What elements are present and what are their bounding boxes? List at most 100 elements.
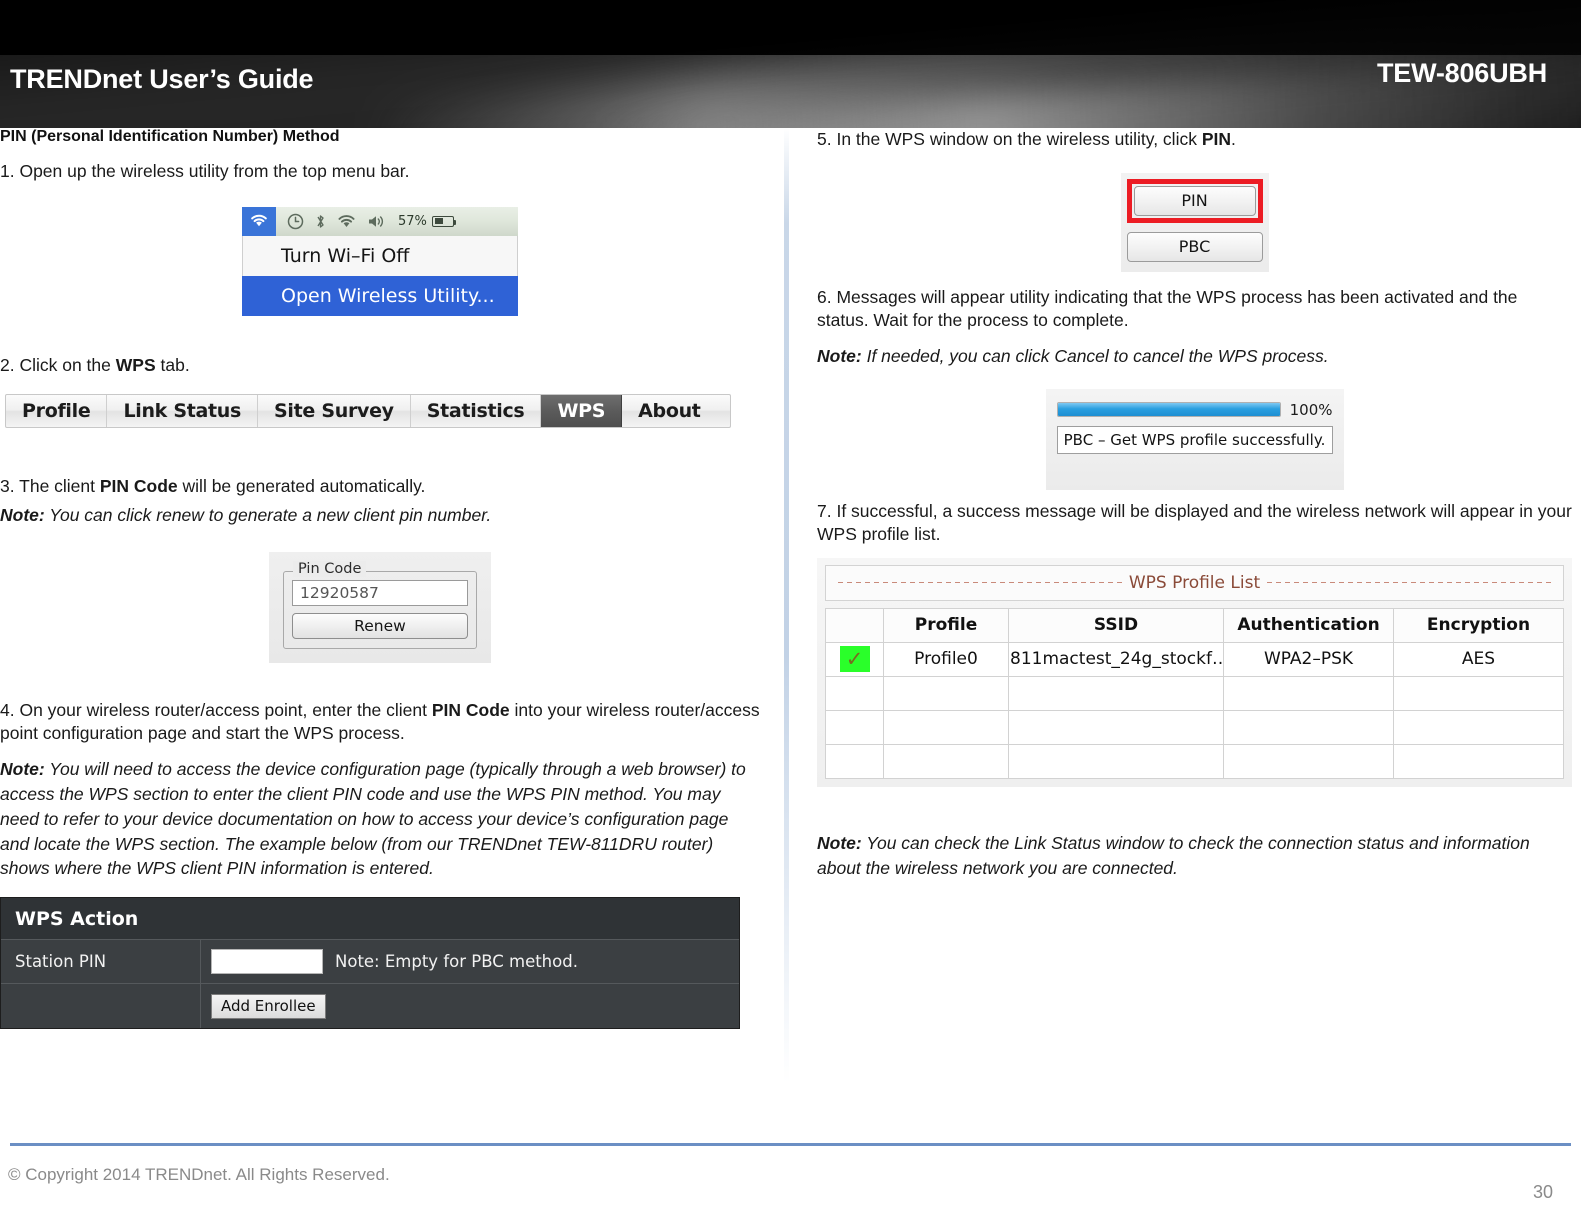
note-3: Note: You can click renew to generate a … (0, 503, 760, 528)
guide-title: TRENDnet User’s Guide (10, 64, 314, 94)
empty-cell (1393, 743, 1564, 779)
note-4-label: Note: (0, 758, 45, 779)
section-heading: PIN (Personal Identification Number) Met… (0, 128, 340, 145)
left-column: PIN (Personal Identification Number) Met… (0, 128, 760, 1030)
progress-figure-wrap: 100% PBC – Get WPS profile successfully. (817, 379, 1572, 490)
battery-icon (431, 215, 457, 227)
step-5-prefix: 5. In the WPS window on the wireless uti… (817, 129, 1202, 149)
row-check-cell[interactable]: ✓ (825, 641, 884, 677)
empty-cell (883, 675, 1009, 711)
column-divider (784, 128, 789, 1083)
step-3-bold: PIN Code (99, 476, 178, 497)
wps-action-figure: WPS Action Station PIN Note: Empty for P… (0, 897, 740, 1030)
step-2-bold: WPS (115, 354, 156, 375)
wps-profile-list-figure: WPS Profile List Profile SSID Authentica… (817, 557, 1572, 787)
wifi-menu-icon[interactable] (242, 206, 276, 236)
empty-cell (1393, 675, 1564, 711)
profile-list-header-row: Profile SSID Authentication Encryption (825, 607, 1564, 643)
wireless-utility-tabs-figure: Profile Link Status Site Survey Statisti… (5, 394, 731, 429)
volume-icon[interactable] (367, 214, 386, 229)
airport-wifi-icon[interactable] (337, 214, 356, 229)
tab-site-survey[interactable]: Site Survey (258, 395, 411, 428)
station-pin-input[interactable] (211, 949, 323, 975)
note-6-label: Note: (817, 345, 862, 366)
profile-list-caption-text: WPS Profile List (1128, 572, 1261, 593)
col-header-check (825, 607, 884, 643)
col-header-authentication: Authentication (1223, 607, 1394, 643)
empty-cell (883, 743, 1009, 779)
menu-bar-figure-wrap: 57% Turn Wi–Fi Off Open Wireless Utility… (0, 195, 760, 316)
add-enrollee-cell: Add Enrollee (201, 984, 739, 1028)
note-6-text: If needed, you can click Cancel to cance… (861, 345, 1329, 366)
bluetooth-icon[interactable] (315, 213, 326, 230)
step-4-bold: PIN Code (431, 699, 510, 720)
menu-item-turn-wifi-off[interactable]: Turn Wi–Fi Off (242, 235, 518, 276)
empty-cell (1008, 675, 1224, 711)
pin-code-figure-wrap: Pin Code 12920587 Renew (0, 538, 760, 663)
empty-cell (1223, 675, 1394, 711)
menu-bar-strip: 57% (242, 206, 518, 236)
progress-track (1056, 402, 1281, 418)
empty-cell (1008, 743, 1224, 779)
progress-status-message: PBC – Get WPS profile successfully. (1056, 425, 1333, 454)
profile-list-caption: WPS Profile List (825, 564, 1564, 601)
row-ssid: 811mactest_24g_stockf… (1008, 641, 1224, 677)
row-encryption: AES (1393, 641, 1564, 677)
step-5-bold: PIN (1201, 129, 1232, 149)
pin-code-groupbox: Pin Code 12920587 Renew (283, 560, 477, 649)
note-6: Note: If needed, you can click Cancel to… (817, 344, 1572, 369)
renew-button[interactable]: Renew (292, 612, 468, 639)
note-7: Note: You can check the Link Status wind… (817, 831, 1572, 881)
step-3-suffix: will be generated automatically. (177, 476, 426, 497)
progress-row: 100% (1056, 401, 1333, 419)
menu-bar-figure: 57% Turn Wi–Fi Off Open Wireless Utility… (242, 206, 518, 316)
step-2-prefix: 2. Click on the (0, 354, 116, 375)
empty-cell (825, 709, 884, 745)
station-pin-note: Note: Empty for PBC method. (335, 952, 578, 972)
table-row[interactable] (825, 743, 1564, 779)
table-row[interactable] (825, 709, 1564, 745)
pin-code-legend: Pin Code (293, 560, 367, 577)
right-column: 5. In the WPS window on the wireless uti… (817, 128, 1572, 891)
add-enrollee-button[interactable]: Add Enrollee (211, 993, 326, 1019)
pin-button-highlight: PIN (1126, 178, 1263, 223)
note-3-text: You can click renew to generate a new cl… (44, 504, 492, 525)
menu-item-open-wireless-utility[interactable]: Open Wireless Utility... (242, 275, 518, 316)
step-5-suffix: . (1231, 129, 1236, 149)
step-7-text: 7. If successful, a success message will… (817, 500, 1572, 545)
empty-cell (1223, 709, 1394, 745)
product-model: TEW-806UBH (1377, 58, 1547, 88)
empty-cell (1008, 709, 1224, 745)
page-content: PIN (Personal Identification Number) Met… (0, 128, 1581, 1113)
col-header-profile: Profile (883, 607, 1009, 643)
pin-code-figure: Pin Code 12920587 Renew (269, 551, 491, 663)
step-1-text: 1. Open up the wireless utility from the… (0, 161, 410, 181)
time-machine-icon[interactable] (287, 213, 304, 230)
step-3-prefix: 3. The client (0, 476, 100, 497)
tab-statistics[interactable]: Statistics (411, 395, 542, 428)
empty-cell (1223, 743, 1394, 779)
footer-copyright: © Copyright 2014 TRENDnet. All Rights Re… (8, 1165, 390, 1184)
add-enrollee-empty-label (1, 984, 201, 1029)
note-4: Note: You will need to access the device… (0, 757, 760, 881)
step-3-text: 3. The client PIN Code will be generated… (0, 475, 760, 499)
table-row[interactable]: ✓ Profile0 811mactest_24g_stockf… WPA2–P… (825, 641, 1564, 677)
wps-progress-figure: 100% PBC – Get WPS profile successfully. (1045, 388, 1344, 490)
table-row[interactable] (825, 675, 1564, 711)
tab-wps[interactable]: WPS (541, 395, 623, 428)
empty-cell (825, 675, 884, 711)
empty-cell (883, 709, 1009, 745)
caption-dash-right (1267, 582, 1551, 584)
station-pin-value-cell: Note: Empty for PBC method. (201, 940, 739, 983)
pbc-button[interactable]: PBC (1126, 231, 1263, 262)
row-profile: Profile0 (883, 641, 1009, 677)
pin-code-value-field[interactable]: 12920587 (292, 579, 468, 606)
progress-fill (1057, 403, 1280, 417)
battery-percent-label: 57% (398, 213, 427, 229)
pin-button[interactable]: PIN (1133, 185, 1256, 216)
tab-link-status[interactable]: Link Status (107, 395, 259, 428)
tab-about[interactable]: About (622, 395, 716, 427)
tab-profile[interactable]: Profile (6, 395, 108, 428)
col-header-ssid: SSID (1008, 607, 1224, 643)
note-7-text: You can check the Link Status window to … (817, 832, 1530, 878)
